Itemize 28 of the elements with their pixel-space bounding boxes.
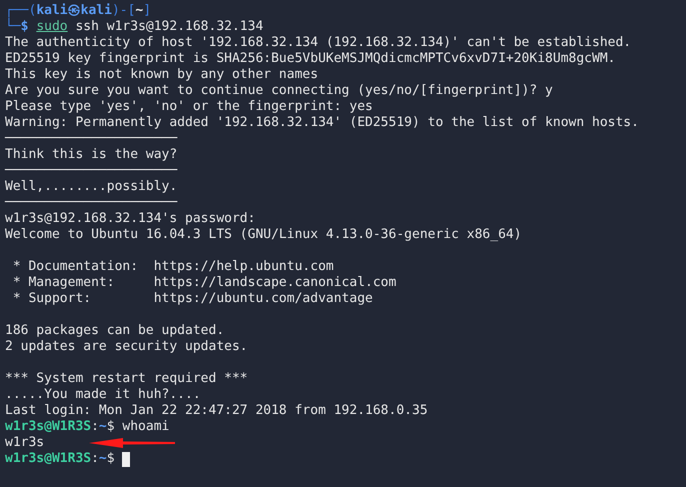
- terminal-line: Warning: Permanently added '192.168.32.134' (ED25519) to the list of known hosts.: [5, 115, 639, 131]
- terminal-line: ──────────────────────: [5, 131, 178, 147]
- terminal-line: w1r3s@W1R3S:~$ whoami: [5, 419, 170, 435]
- terminal-line: w1r3s: [5, 435, 44, 451]
- terminal-line: └─$ sudo ssh w1r3s@192.168.32.134: [5, 19, 264, 35]
- terminal-line: Last login: Mon Jan 22 22:47:27 2018 from 192.168.0.35: [5, 403, 428, 419]
- terminal-line: Welcome to Ubuntu 16.04.3 LTS (GNU/Linux 4.13.0-36-generic x86_64): [5, 227, 522, 243]
- terminal-line: 186 packages can be updated.: [5, 323, 224, 339]
- terminal-line: This key is not known by any other names: [5, 67, 318, 83]
- terminal-line: ──────────────────────: [5, 195, 178, 211]
- terminal-line: .....You made it huh?....: [5, 387, 201, 403]
- terminal-line: * Management: https://landscape.canonical.com: [12, 275, 396, 291]
- terminal-line: ──────────────────────: [5, 163, 178, 179]
- arrow-icon: [89, 438, 176, 448]
- cursor: [122, 452, 130, 466]
- terminal-line: Please type 'yes', 'no' or the fingerprint: yes: [5, 99, 373, 115]
- terminal-line: w1r3s@192.168.32.134's password:: [5, 211, 256, 227]
- terminal-line: ┌──(kali㉿kali)-[~]: [5, 3, 152, 18]
- terminal-line: Well,........possibly.: [5, 179, 178, 195]
- terminal-line: Are you sure you want to continue connecting (yes/no/[fingerprint])? y: [5, 83, 553, 99]
- terminal-line: ED25519 key fingerprint is SHA256:Bue5VbUKeMSJMQdicmcMPTCv6xvD7I+20Ki8Um8gcWM.: [5, 51, 616, 67]
- terminal-line: Think this is the way?: [5, 147, 178, 163]
- terminal-line: The authenticity of host '192.168.32.134 (192.168.32.134)' can't be established.: [5, 35, 632, 51]
- terminal-line: * Support: https://ubuntu.com/advantage: [12, 291, 373, 307]
- terminal-line: * Documentation: https://help.ubuntu.com: [12, 259, 334, 275]
- terminal-line: w1r3s@W1R3S:~$: [5, 451, 116, 467]
- terminal-line: 2 updates are security updates.: [5, 339, 248, 355]
- terminal-line: *** System restart required ***: [5, 371, 248, 387]
